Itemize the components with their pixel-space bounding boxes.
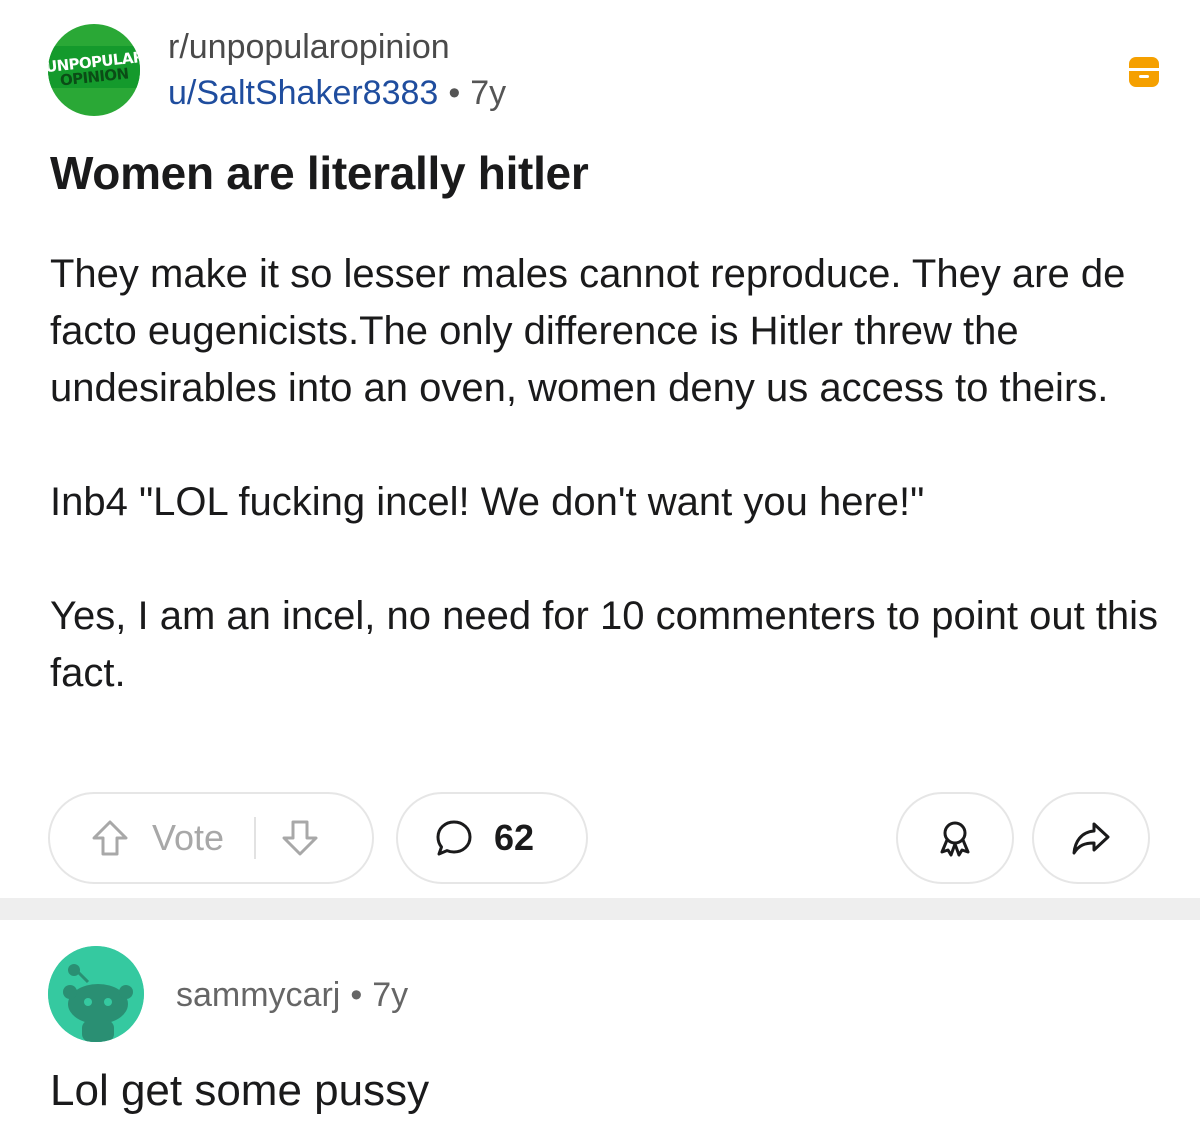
vote-label: Vote	[152, 817, 225, 858]
downvote-icon[interactable]	[278, 816, 322, 860]
comments-button[interactable]: 62	[396, 792, 588, 884]
comment-icon	[436, 820, 472, 856]
subreddit-avatar[interactable]: UNPOPULAR OPINION	[48, 24, 140, 116]
post-body-paragraph: Inb4 "LOL fucking incel! We don't want y…	[50, 480, 925, 524]
award-button[interactable]	[896, 792, 1014, 884]
comment-body: Lol get some pussy	[50, 1066, 430, 1115]
archive-icon[interactable]	[1126, 54, 1162, 90]
award-icon	[940, 821, 970, 857]
post-action-bar: Vote 62	[48, 792, 1152, 884]
commenter-avatar[interactable]	[48, 946, 144, 1042]
post-age: 7y	[470, 74, 507, 112]
share-button[interactable]	[1032, 792, 1150, 884]
upvote-icon[interactable]	[88, 816, 132, 860]
comment-count: 62	[494, 817, 535, 858]
post-body: They make it so lesser males cannot repr…	[50, 246, 1160, 702]
section-divider	[0, 898, 1200, 920]
comment-age: 7y	[372, 976, 409, 1014]
subreddit-name[interactable]: r/unpopularopinion	[168, 28, 450, 67]
vote-control: Vote	[48, 792, 374, 884]
comment-header: sammycarj • 7y	[48, 946, 848, 1042]
post-meta: u/SaltShaker8383 • 7y	[168, 74, 506, 113]
comment-author[interactable]: sammycarj	[176, 976, 340, 1014]
vote-divider	[254, 817, 257, 859]
snoo-avatar-icon	[48, 946, 144, 1042]
post-author[interactable]: u/SaltShaker8383	[168, 74, 438, 112]
meta-separator: •	[350, 976, 363, 1014]
post-header: UNPOPULAR OPINION r/unpopularopinion u/S…	[48, 22, 1168, 122]
comment-meta: sammycarj • 7y	[176, 976, 408, 1015]
meta-separator: •	[448, 74, 461, 112]
post-body-paragraph: Yes, I am an incel, no need for 10 comme…	[50, 594, 1159, 695]
share-icon	[1072, 822, 1110, 855]
post-title[interactable]: Women are literally hitler	[50, 146, 589, 200]
post-body-paragraph: They make it so lesser males cannot repr…	[50, 252, 1126, 410]
